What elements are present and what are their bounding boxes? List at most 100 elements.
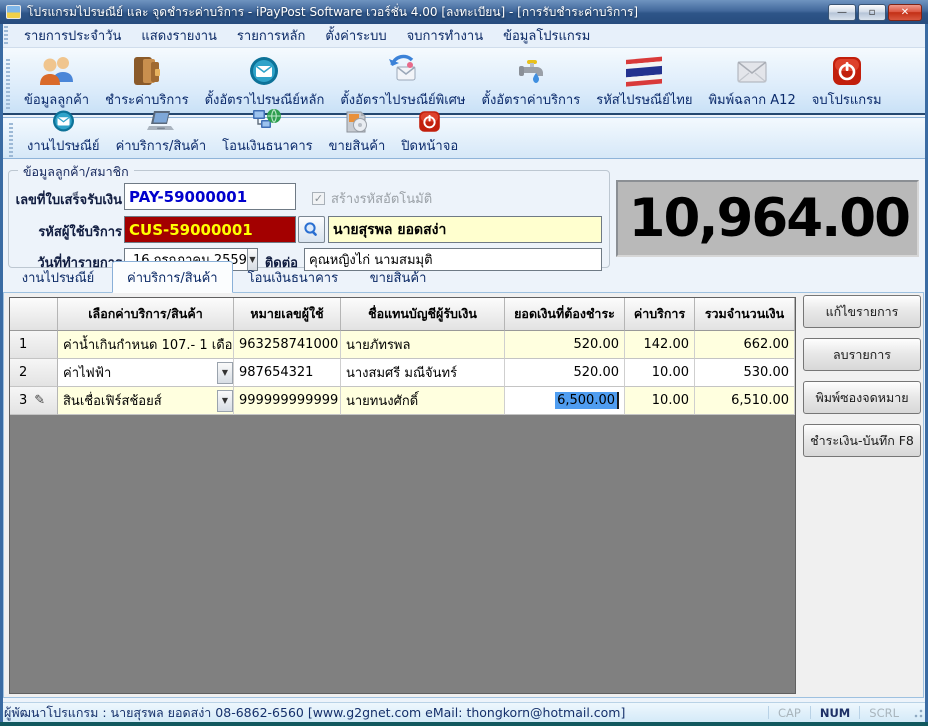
menu-bar: รายการประจำวัน แสดงรายงาน รายการหลัก ตั้… — [0, 24, 928, 48]
caps-lock-indicator: CAP — [768, 706, 810, 719]
toolbar-label: โอนเงินธนาคาร — [222, 135, 312, 156]
column-header-service: เลือกค่าบริการ/สินค้า — [58, 298, 234, 331]
row-header[interactable]: 1 — [10, 331, 58, 359]
fee-cell[interactable]: 10.00 — [625, 359, 695, 387]
menu-reports[interactable]: แสดงรายงาน — [131, 22, 227, 49]
sub-toolbar: งานไปรษณีย์ ค่าบริการ/สินค้า — [2, 117, 926, 159]
toolbar-customers-button[interactable]: ข้อมูลลูกค้า — [16, 51, 97, 111]
row-number: 1 — [19, 337, 27, 352]
app-icon — [6, 5, 21, 19]
customer-group-title: ข้อมูลลูกค้า/สมาชิก — [18, 162, 134, 182]
total-cell[interactable]: 6,510.00 — [695, 387, 795, 415]
close-button[interactable]: ✕ — [888, 4, 922, 21]
service-value: ค่าไฟฟ้า — [63, 362, 111, 383]
total-amount: 10,964.00 — [629, 188, 909, 249]
window-left-border — [0, 24, 3, 722]
row-number: 2 — [19, 365, 27, 380]
subtoolbar-sell-goods-button[interactable]: ขายสินค้า — [321, 107, 394, 157]
toolbar-service-rate-button[interactable]: ตั้งอัตราค่าบริการ — [474, 51, 589, 111]
toolbar-label: รหัสไปรษณีย์ไทย — [596, 89, 692, 110]
toolbar-label: ตั้งอัตราค่าบริการ — [482, 89, 581, 110]
table-row: 3 ✎ สินเชื่อเฟิร์สช้อยส์ ▼ 999999999999 … — [10, 387, 795, 415]
round-mail-icon — [246, 52, 282, 88]
account-name-cell[interactable]: นางสมศรี มณีจันทร์ — [341, 359, 505, 387]
toolbar-postal-rate-main-button[interactable]: ตั้งอัตราไปรษณีย์หลัก — [197, 51, 333, 111]
total-cell[interactable]: 662.00 — [695, 331, 795, 359]
wallet-icon — [129, 52, 165, 88]
toolbar-label: งานไปรษณีย์ — [27, 135, 100, 156]
amount-cell[interactable]: 520.00 — [505, 331, 625, 359]
subtoolbar-bank-transfer-button[interactable]: โอนเงินธนาคาร — [214, 107, 320, 157]
print-envelope-button[interactable]: พิมพ์ซองจดหมาย — [803, 381, 921, 414]
amount-cell-editing[interactable]: 6,500.00 — [505, 387, 625, 415]
developer-info: ผู้พัฒนาโปรแกรม : นายสุรพล ยอดสง่า 08-68… — [4, 703, 625, 723]
fee-cell[interactable]: 10.00 — [625, 387, 695, 415]
toolbar-thai-postcode-button[interactable]: รหัสไปรษณีย์ไทย — [588, 51, 700, 111]
thai-flag-icon — [624, 52, 664, 88]
menu-master[interactable]: รายการหลัก — [227, 22, 315, 49]
tab-bank-transfer[interactable]: โอนเงินธนาคาร — [233, 262, 353, 293]
receipt-label: เลขที่ใบเสร็จรับเงิน — [2, 189, 122, 210]
column-header-account-name: ชื่อแทนบัญชีผู้รับเงิน — [341, 298, 505, 331]
customer-name-field[interactable]: นายสุรพล ยอดสง่า — [328, 216, 602, 243]
toolbar-grip — [6, 59, 10, 111]
toolbar-print-label-button[interactable]: พิมพ์ฉลาก A12 — [700, 51, 803, 111]
total-display-panel: 10,964.00 — [616, 180, 919, 257]
tab-sell-goods[interactable]: ขายสินค้า — [353, 262, 443, 293]
row-header[interactable]: 2 — [10, 359, 58, 387]
menu-about[interactable]: ข้อมูลโปรแกรม — [493, 22, 600, 49]
fee-cell[interactable]: 142.00 — [625, 331, 695, 359]
menu-settings[interactable]: ตั้งค่าระบบ — [315, 22, 396, 49]
user-no-cell[interactable]: 963258741000 — [234, 331, 341, 359]
resize-grip[interactable] — [912, 707, 924, 719]
tab-content-panel: เลือกค่าบริการ/สินค้า หมายเลขผู้ใช้ ชื่อ… — [3, 292, 924, 698]
user-no-cell[interactable]: 999999999999 — [234, 387, 341, 415]
account-name-cell[interactable]: นายทนงศักดิ์ — [341, 387, 505, 415]
toolbar-exit-button[interactable]: จบโปรแกรม — [804, 51, 890, 111]
autocode-label: สร้างรหัสอัตโนมัติ — [331, 188, 432, 209]
customers-icon — [38, 52, 76, 88]
receipt-number-field[interactable]: PAY-59000001 — [124, 183, 296, 210]
toolbar-label: ขายสินค้า — [329, 135, 386, 156]
total-cell[interactable]: 530.00 — [695, 359, 795, 387]
user-no-cell[interactable]: 987654321 — [234, 359, 341, 387]
table-row: 1 ค่าน้ำเกินกำหนด 107.- 1 เดือน ▼ 963258… — [10, 331, 795, 359]
customer-search-button[interactable] — [298, 216, 325, 243]
pay-save-button[interactable]: ชำระเงิน-บันทึก F8 — [803, 424, 921, 457]
tab-services-goods[interactable]: ค่าบริการ/สินค้า — [112, 261, 233, 293]
power-icon — [417, 108, 442, 134]
menu-exit[interactable]: จบการทำงาน — [397, 22, 493, 49]
main-area: ข้อมูลลูกค้า/สมาชิก เลขที่ใบเสร็จรับเงิน… — [0, 161, 928, 702]
subtoolbar-postal-work-button[interactable]: งานไปรษณีย์ — [19, 107, 108, 157]
chevron-down-icon[interactable]: ▼ — [217, 390, 233, 412]
toolbar-label: ปิดหน้าจอ — [401, 135, 458, 156]
minimize-button[interactable]: — — [828, 4, 856, 21]
delete-item-button[interactable]: ลบรายการ — [803, 338, 921, 371]
amount-cell[interactable]: 520.00 — [505, 359, 625, 387]
title-bar: โปรแกรมไปรษณีย์ และ จุดชำระค่าบริการ - i… — [0, 0, 928, 24]
envelope-icon — [733, 52, 771, 88]
customer-code-field[interactable]: CUS-59000001 — [124, 216, 296, 243]
product-box-icon — [343, 108, 371, 134]
service-cell[interactable]: ค่าน้ำเกินกำหนด 107.- 1 เดือน ▼ — [58, 331, 234, 359]
account-name-cell[interactable]: นายภัทรพล — [341, 331, 505, 359]
edit-pencil-icon: ✎ — [34, 393, 45, 408]
edit-item-button[interactable]: แก้ไขรายการ — [803, 295, 921, 328]
tab-postal-work[interactable]: งานไปรษณีย์ — [4, 262, 112, 293]
toolbar-pay-service-button[interactable]: ชำระค่าบริการ — [97, 51, 196, 111]
menu-daily[interactable]: รายการประจำวัน — [14, 22, 131, 49]
service-cell[interactable]: ค่าไฟฟ้า ▼ — [58, 359, 234, 387]
chevron-down-icon[interactable]: ▼ — [217, 362, 233, 384]
toolbar-label: จบโปรแกรม — [812, 89, 882, 110]
scroll-lock-indicator: SCRL — [859, 706, 908, 719]
restore-button[interactable]: ▫ — [858, 4, 886, 21]
service-cell[interactable]: สินเชื่อเฟิร์สช้อยส์ ▼ — [58, 387, 234, 415]
row-header[interactable]: 3 ✎ — [10, 387, 58, 415]
toolbar-postal-rate-special-button[interactable]: ตั้งอัตราไปรษณีย์พิเศษ — [332, 51, 473, 111]
toolbar-grip — [9, 123, 13, 157]
power-icon — [830, 52, 864, 88]
subtoolbar-services-goods-button[interactable]: ค่าบริการ/สินค้า — [108, 107, 215, 157]
column-header-user-no: หมายเลขผู้ใช้ — [234, 298, 341, 331]
autocode-checkbox[interactable]: ✓ — [312, 192, 325, 205]
subtoolbar-close-screen-button[interactable]: ปิดหน้าจอ — [393, 107, 466, 157]
